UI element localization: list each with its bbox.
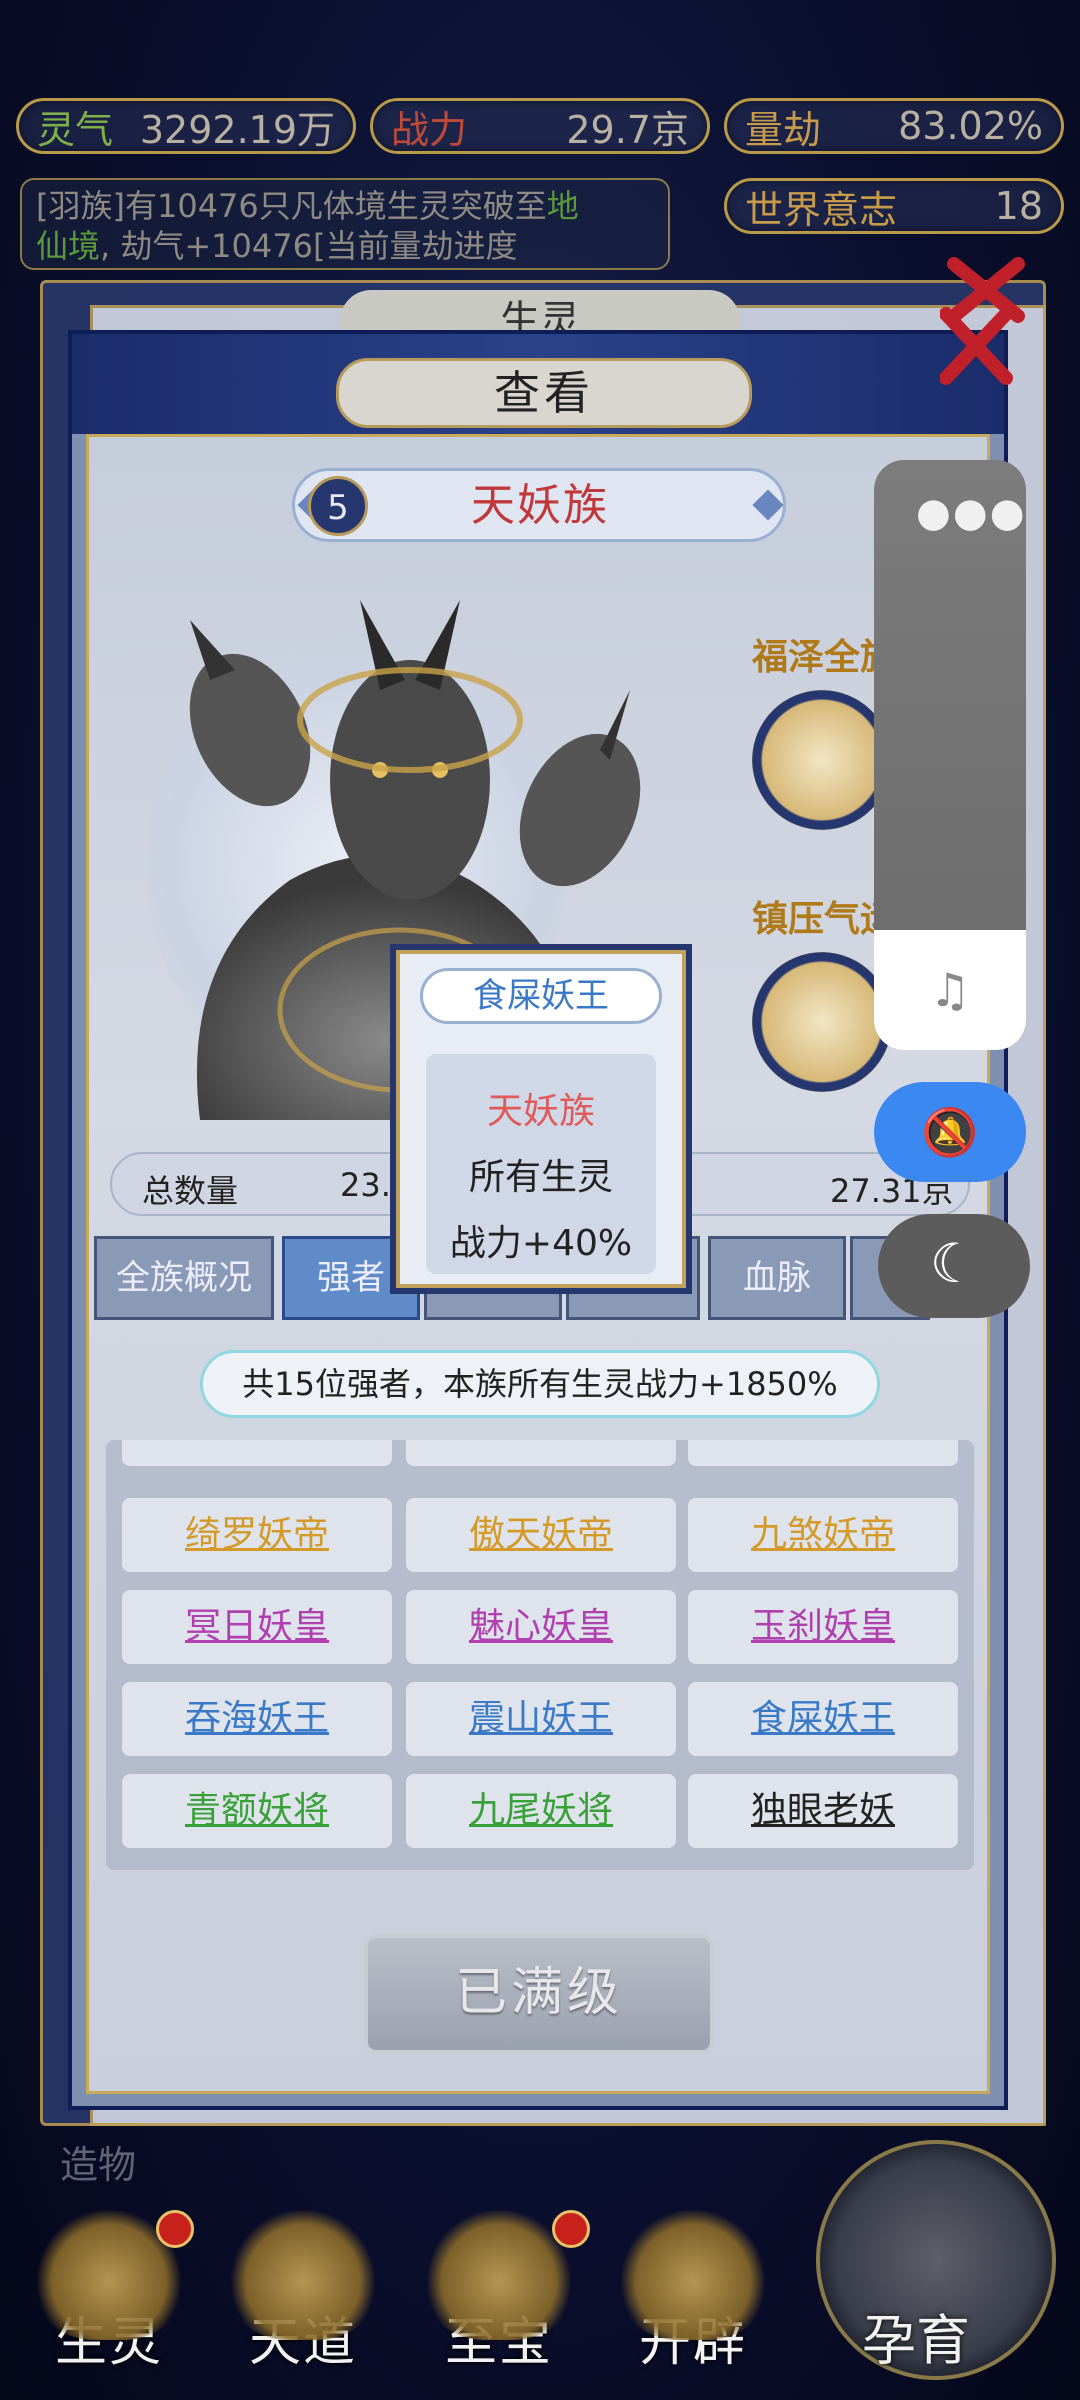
race-name: 天妖族 (471, 480, 609, 531)
stat-world-will-value: 18 (994, 184, 1043, 228)
bell-off-icon[interactable]: 🔕 (874, 1082, 1026, 1182)
strongman-cell[interactable]: 吞海妖王 (122, 1682, 392, 1756)
strongman-cell[interactable]: 青额妖将 (122, 1774, 392, 1848)
strongmen-summary: 共15位强者，本族所有生灵战力+1850% (200, 1350, 880, 1418)
stat-calamity: 量劫 83.02% (724, 98, 1064, 154)
strongman-cell-partial (406, 1440, 676, 1466)
strongman-cell-partial (122, 1440, 392, 1466)
log-line2: , 劫气+10476[当前量劫进度 (100, 227, 518, 265)
tooltip-body: 天妖族 所有生灵 战力+40% (426, 1054, 656, 1274)
strongman-cell[interactable]: 冥日妖皇 (122, 1590, 392, 1664)
strongman-cell[interactable]: 九尾妖将 (406, 1774, 676, 1848)
log-highlight-2: 仙境 (36, 227, 101, 265)
strongman-cell[interactable]: 九煞妖帝 (688, 1498, 958, 1572)
event-log: [羽族]有10476只凡体境生灵突破至地 仙境, 劫气+10476[当前量劫进度 (20, 178, 670, 270)
nursery-label: 孕育 (862, 2309, 970, 2372)
nav-creatures-badge (156, 2210, 194, 2248)
strongman-cell[interactable]: 魅心妖皇 (406, 1590, 676, 1664)
stat-power-label: 战力 (391, 107, 468, 152)
stat-world-will: 世界意志 18 (724, 178, 1064, 234)
dialog-title: 查看 (336, 358, 752, 428)
tab-overview[interactable]: 全族概况 (94, 1236, 274, 1320)
total-label: 总数量 (142, 1172, 239, 1210)
strongman-cell[interactable]: 玉刹妖皇 (688, 1590, 958, 1664)
strongman-cell[interactable]: 傲天妖帝 (406, 1498, 676, 1572)
stat-power-value: 29.7京 (566, 107, 689, 152)
stat-power: 战力 29.7京 (370, 98, 710, 154)
strongman-tooltip: 食屎妖王 天妖族 所有生灵 战力+40% (396, 950, 686, 1288)
nav-treasure-badge (552, 2210, 590, 2248)
tooltip-line1: 所有生灵 (468, 1157, 613, 1198)
strongman-cell[interactable]: 食屎妖王 (688, 1682, 958, 1756)
stat-spirit-label: 灵气 (37, 107, 114, 152)
cauldron-icon[interactable] (752, 952, 892, 1092)
stat-calamity-label: 量劫 (745, 107, 822, 152)
pagoda-icon[interactable] (752, 690, 892, 830)
strongman-cell[interactable]: 震山妖王 (406, 1682, 676, 1756)
tab-bloodline[interactable]: 血脉 (708, 1236, 846, 1320)
create-emblem-icon (618, 2210, 768, 2340)
stat-calamity-value: 83.02% (898, 104, 1043, 148)
log-highlight-1: 地 (546, 187, 579, 225)
more-dots-icon[interactable]: ●●● (916, 490, 1027, 536)
heaven-emblem-icon (228, 2210, 378, 2340)
tooltip-line2: 战力+40% (449, 1223, 633, 1264)
stat-world-will-label: 世界意志 (745, 187, 898, 232)
log-line1: [羽族]有10476只凡体境生灵突破至 (36, 187, 547, 225)
stat-spirit-value: 3292.19万 (139, 107, 335, 152)
nav-heaven[interactable]: 天道 (218, 2210, 388, 2390)
max-level-button[interactable]: 已满级 (364, 1934, 714, 2054)
strongman-cell-partial (688, 1440, 958, 1466)
tooltip-race: 天妖族 (486, 1091, 595, 1132)
tooltip-title: 食屎妖王 (420, 968, 662, 1024)
strongmen-grid[interactable]: 绮罗妖帝 傲天妖帝 九煞妖帝 冥日妖皇 魅心妖皇 玉刹妖皇 吞海妖王 震山妖王 … (106, 1440, 974, 1870)
nav-create[interactable]: 开辟 (608, 2210, 778, 2390)
stat-spirit: 灵气 3292.19万 (16, 98, 356, 154)
moon-icon[interactable]: ☾ (878, 1214, 1030, 1318)
music-note-icon[interactable]: ♫ (874, 930, 1026, 1050)
strongman-cell[interactable]: 绮罗妖帝 (122, 1498, 392, 1572)
close-icon[interactable] (940, 250, 1030, 390)
race-number-badge: 5 (308, 476, 368, 536)
strongman-cell[interactable]: 独眼老妖 (688, 1774, 958, 1848)
side-label-creation[interactable]: 造物 (60, 2134, 136, 2189)
